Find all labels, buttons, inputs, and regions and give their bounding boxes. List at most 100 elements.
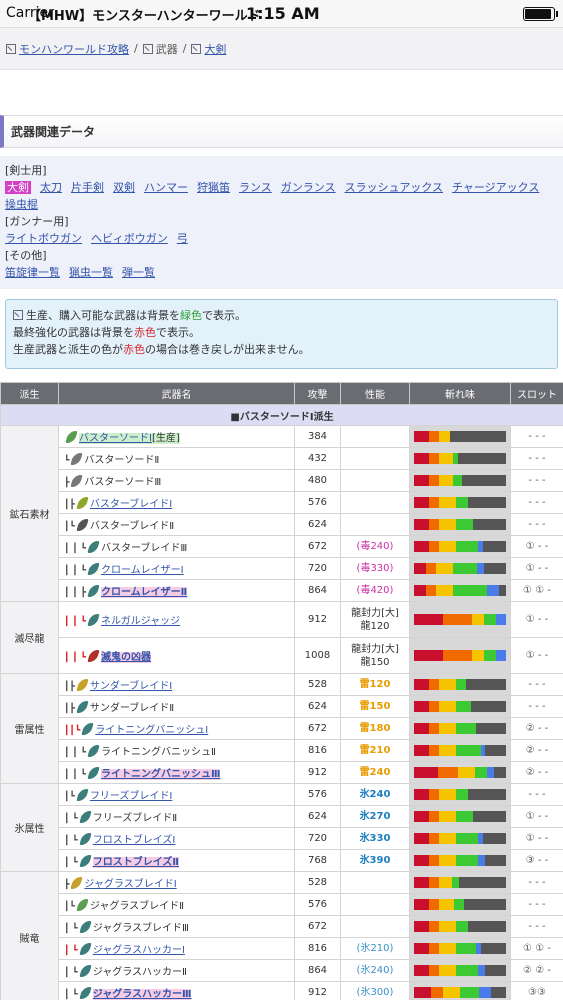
- nav-link-dual-blades[interactable]: 双剣: [113, 181, 135, 194]
- slots-cell: - - -: [510, 915, 563, 938]
- weapon-row[interactable]: ┃ ┗ フロストブレイズⅡ 768 氷390 ③ - -: [1, 849, 563, 872]
- weapon-name[interactable]: バスターソードⅠ: [79, 433, 152, 444]
- weapon-name[interactable]: 滅鬼の凶器: [100, 652, 151, 663]
- sharpness-segment-blue: [476, 563, 485, 574]
- weapon-row[interactable]: ┃ ┃ ┗ バスターブレイドⅢ 672 (毒240) ① - -: [1, 535, 563, 558]
- nav-link-ammo[interactable]: 弾一覧: [122, 266, 155, 279]
- nav-link-long-sword[interactable]: 太刀: [40, 181, 62, 194]
- section-title: 武器関連データ: [11, 125, 96, 139]
- performance-value: 雷240: [359, 767, 391, 778]
- nav-link-bow[interactable]: 弓: [177, 232, 188, 245]
- weapon-row[interactable]: ┃ ┃ ┗ 滅鬼の凶器 1008 龍封力[大] 龍150 ① - -: [1, 637, 563, 674]
- nav-link-hunting-horn[interactable]: 狩猟笛: [197, 181, 230, 194]
- weapon-row[interactable]: ┃┃┗ ライトニングバニッシュⅠ 672 雷180 ② - -: [1, 717, 563, 740]
- weapon-row[interactable]: ┃ ┗ ジャグラスブレイドⅢ 672 - - -: [1, 915, 563, 938]
- weapon-name[interactable]: フリーズブレイドⅠ: [90, 791, 172, 802]
- sharpness-bar: [414, 453, 506, 464]
- col-header-slots[interactable]: スロット: [510, 382, 563, 405]
- sharpness-segment-orange: [428, 811, 440, 822]
- slots-cell: - - -: [510, 871, 563, 894]
- weapon-row[interactable]: ┃┗ バスターブレイドⅡ 624 - - -: [1, 513, 563, 536]
- sharpness-segment-red: [414, 585, 427, 596]
- weapon-row[interactable]: ┃ ┗ ジャグラスハッカーⅠ 816 (氷210) ① ① -: [1, 937, 563, 960]
- breadcrumb-item-weapons[interactable]: 武器: [156, 41, 178, 57]
- weapon-name-cell: ┣ ジャグラスブレイドⅠ: [58, 871, 295, 894]
- weapon-row[interactable]: ┃ ┃ ┗ ライトニングバニッシュⅡ 816 雷210 ② - -: [1, 739, 563, 762]
- weapon-row[interactable]: ┃┗ ジャグラスブレイドⅡ 576 - - -: [1, 893, 563, 916]
- weapon-name[interactable]: バスターブレイドⅠ: [90, 499, 172, 510]
- performance-cell: [340, 871, 410, 894]
- nav-link-heavy-bowgun[interactable]: ヘビィボウガン: [91, 232, 168, 245]
- weapon-name[interactable]: ジャグラスハッカーⅢ: [92, 989, 192, 1000]
- sharpness-segment-orange: [428, 789, 440, 800]
- nav-link-charge-blade[interactable]: チャージアックス: [452, 181, 539, 194]
- weapon-name[interactable]: フロストブレイズⅡ: [92, 857, 179, 868]
- nav-link-sword-and-shield[interactable]: 片手剣: [71, 181, 104, 194]
- sharpness-bar: [414, 701, 506, 712]
- weapon-name[interactable]: ライトニングバニッシュⅠ: [95, 725, 208, 736]
- weapon-row[interactable]: ┃ ┃ ┣ クロームレイザーⅡ 864 (毒420) ① ① -: [1, 579, 563, 602]
- col-header-performance[interactable]: 性能: [340, 382, 410, 405]
- attack-cell: 768: [294, 849, 341, 872]
- status-clock: 1:15 AM: [246, 4, 320, 23]
- tree-connector: ┃┗: [64, 522, 75, 532]
- weapon-row[interactable]: ┣ バスターソードⅢ 480 - - -: [1, 469, 563, 492]
- nav-link-great-sword[interactable]: 大剣: [5, 181, 31, 194]
- tree-connector: ┃ ┃ ┣: [64, 588, 86, 598]
- sharpness-bar: [414, 899, 506, 910]
- legend-text: で表示。: [202, 309, 246, 322]
- weapon-row[interactable]: ┃┣ バスターブレイドⅠ 576 - - -: [1, 491, 563, 514]
- nav-link-switch-axe[interactable]: スラッシュアックス: [345, 181, 443, 194]
- nav-link-gunlance[interactable]: ガンランス: [281, 181, 336, 194]
- tree-connector: ┃┗: [64, 792, 75, 802]
- legend-info-box: 生産、購入可能な武器は背景を緑色で表示。 最終強化の武器は背景を赤色で表示。 生…: [5, 299, 558, 369]
- nav-link-lance[interactable]: ランス: [239, 181, 272, 194]
- weapon-name[interactable]: ジャグラスブレイドⅠ: [84, 879, 176, 890]
- nav-link-hammer[interactable]: ハンマー: [144, 181, 188, 194]
- weapon-name[interactable]: ライトニングバニッシュⅢ: [100, 769, 221, 780]
- col-header-origin[interactable]: 派生: [0, 382, 59, 405]
- col-header-attack[interactable]: 攻撃: [294, 382, 341, 405]
- weapon-name[interactable]: ネルガルジャッジ: [101, 616, 180, 627]
- col-header-name[interactable]: 武器名: [58, 382, 295, 405]
- nav-link-melodies[interactable]: 笛旋律一覧: [5, 266, 60, 279]
- weapon-name[interactable]: フロストブレイズⅠ: [93, 835, 176, 846]
- section-heading: 武器関連データ: [0, 115, 563, 148]
- weapon-name-cell: ┃┣ サンダーブレイドⅡ: [58, 695, 295, 718]
- weapon-row[interactable]: ┃ ┗ フロストブレイズⅠ 720 氷330 ① - -: [1, 827, 563, 850]
- performance-cell: 雷210: [340, 739, 410, 762]
- weapon-row[interactable]: 滅尽龍 ┃ ┃ ┗ ネルガルジャッジ 912 龍封力[大] 龍120 ① - -: [0, 601, 563, 674]
- sharpness-segment-red: [414, 789, 429, 800]
- nav-link-insect-glaive[interactable]: 操虫棍: [5, 198, 38, 211]
- weapon-row[interactable]: ┗ バスターソードⅡ 432 - - -: [1, 447, 563, 470]
- col-header-sharpness[interactable]: 斬れ味: [409, 382, 511, 405]
- breadcrumb-separator: /: [182, 42, 187, 55]
- weapon-name[interactable]: ジャグラスハッカーⅠ: [93, 945, 185, 956]
- sharpness-bar: [414, 723, 506, 734]
- breadcrumb-link-top[interactable]: モンハンワールド攻略: [19, 41, 129, 57]
- great-sword-icon: [87, 585, 100, 597]
- nav-links-other: 笛旋律一覧 猟虫一覧 弾一覧: [5, 264, 558, 281]
- weapon-row[interactable]: ┃ ┗ フリーズブレイドⅡ 624 氷270 ① - -: [1, 805, 563, 828]
- weapon-row[interactable]: ┃┣ サンダーブレイドⅡ 624 雷150 - - -: [1, 695, 563, 718]
- nav-group-label: [その他]: [5, 249, 47, 262]
- weapon-row[interactable]: 鉱石素材 バスターソードⅠ[生産] 384- - -: [0, 425, 563, 602]
- nav-link-kinsects[interactable]: 猟虫一覧: [69, 266, 113, 279]
- weapon-row[interactable]: ┃ ┗ ジャグラスハッカーⅡ 864 (氷240) ② ② -: [1, 959, 563, 982]
- performance-cell: [340, 425, 410, 448]
- weapon-row[interactable]: 氷属性 ┃┗ フリーズブレイドⅠ 576 氷240 - - -: [0, 783, 563, 872]
- weapon-row[interactable]: ┃ ┃ ┗ ライトニングバニッシュⅢ 912 雷240 ② - -: [1, 761, 563, 784]
- weapon-row[interactable]: ┃ ┃ ┗ クロームレイザーⅠ 720 (毒330) ① - -: [1, 557, 563, 580]
- weapon-name[interactable]: サンダーブレイドⅠ: [90, 681, 172, 692]
- weapon-name[interactable]: クロームレイザーⅡ: [100, 587, 188, 598]
- tree-connector: ┃┗: [64, 902, 75, 912]
- sharpness-segment-green: [452, 475, 463, 486]
- breadcrumb-link-great-sword[interactable]: 大剣: [204, 41, 226, 57]
- nav-link-light-bowgun[interactable]: ライトボウガン: [5, 232, 82, 245]
- sharpness-segment-red: [414, 899, 429, 910]
- weapon-row[interactable]: 賊竜 ┣ ジャグラスブレイドⅠ 528 - - -: [0, 871, 563, 1000]
- weapon-name[interactable]: クロームレイザーⅠ: [101, 565, 184, 576]
- weapon-row[interactable]: 雷属性 ┃┣ サンダーブレイドⅠ 528 雷120 - - -: [0, 673, 563, 784]
- weapon-row[interactable]: ┃ ┗ ジャグラスハッカーⅢ 912 (氷300) ③③: [1, 981, 563, 1000]
- sharpness-segment-blue: [486, 585, 499, 596]
